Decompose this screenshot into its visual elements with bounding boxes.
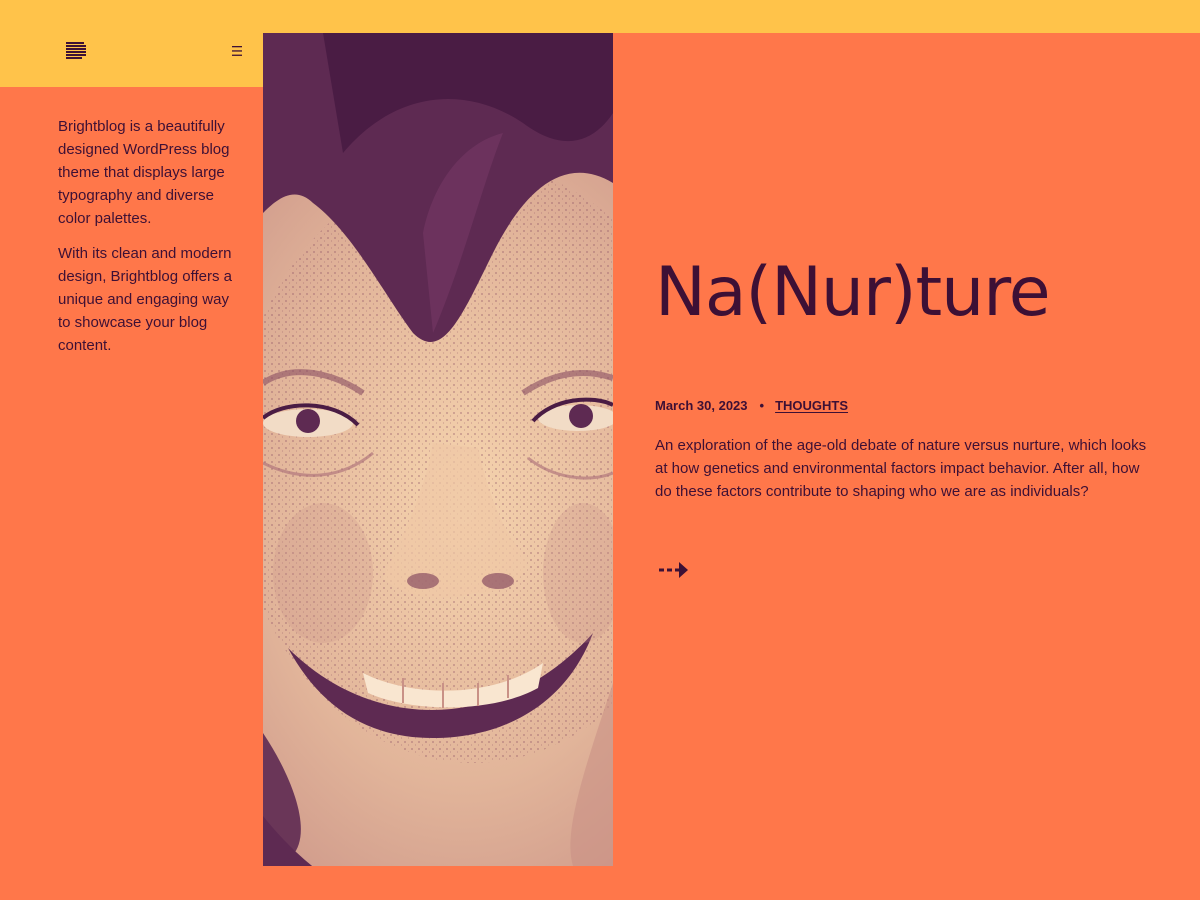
meta-separator: • <box>759 398 765 413</box>
featured-image[interactable] <box>263 33 613 866</box>
hamburger-menu-icon <box>232 46 242 56</box>
site-description: Brightblog is a beautifully designed Wor… <box>58 115 243 369</box>
hamburger-menu-button[interactable] <box>229 43 245 59</box>
post-title[interactable]: Na(Nur)ture <box>655 250 1051 336</box>
dashed-arrow-right-icon[interactable] <box>657 560 689 580</box>
post-date[interactable]: March 30, 2023 <box>655 398 748 413</box>
top-color-strip <box>0 0 1200 33</box>
post-meta: March 30, 2023 • THOUGHTS <box>655 396 848 416</box>
lines-logo-icon[interactable] <box>66 42 86 59</box>
page: Brightblog is a beautifully designed Wor… <box>0 0 1200 900</box>
post-category-link[interactable]: THOUGHTS <box>775 398 848 413</box>
site-description-paragraph-1: Brightblog is a beautifully designed Wor… <box>58 118 230 227</box>
site-description-paragraph-2: With its clean and modern design, Bright… <box>58 245 233 354</box>
site-header <box>0 33 263 87</box>
post-excerpt: An exploration of the age-old debate of … <box>655 437 1147 500</box>
